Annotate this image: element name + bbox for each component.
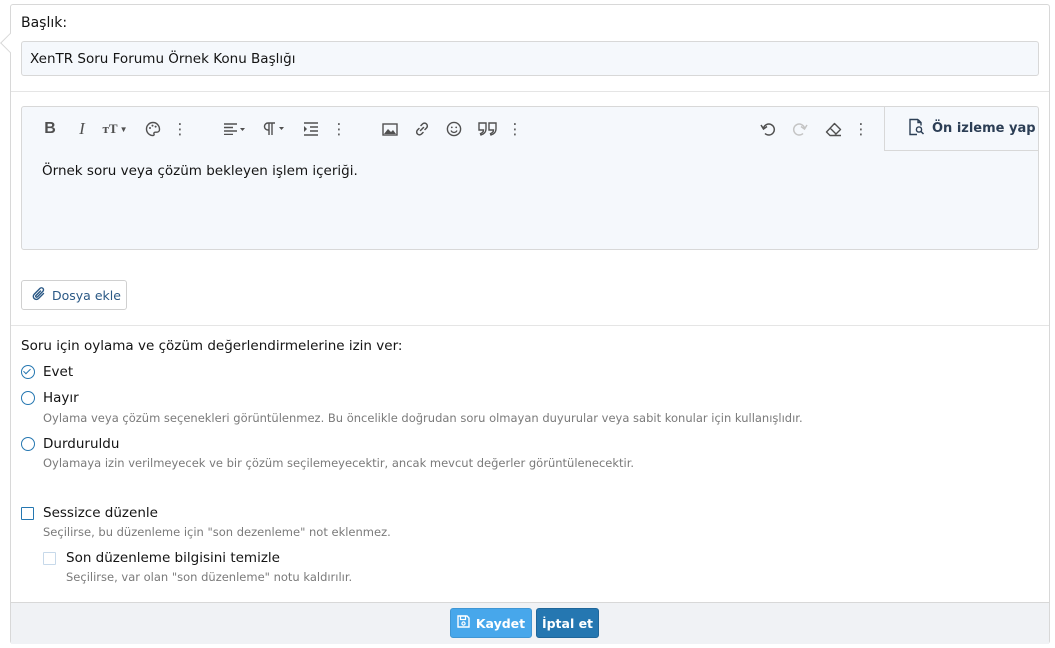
voting-heading: Soru için oylama ve çözüm değerlendirmel…	[21, 338, 403, 354]
eraser-icon[interactable]	[824, 119, 842, 139]
clear-edit-info-label[interactable]: Son düzenleme bilgisini temizle	[66, 550, 280, 566]
clear-edit-info-hint: Seçilirse, var olan "son düzenleme" notu…	[66, 570, 353, 584]
silent-edit-hint: Seçilirse, bu düzenleme için "son dezenl…	[43, 525, 391, 539]
radio-durduruldu-label[interactable]: Durduruldu	[43, 436, 119, 452]
radio-hayir-label[interactable]: Hayır	[43, 390, 79, 406]
clear-edit-info-checkbox[interactable]	[43, 552, 56, 565]
font-size-icon[interactable]: тТ ▼	[100, 119, 130, 139]
link-icon[interactable]	[413, 119, 431, 139]
save-icon	[457, 615, 470, 631]
italic-icon[interactable]: I	[74, 119, 90, 139]
paperclip-icon	[32, 286, 46, 305]
edit-form-panel	[10, 4, 1050, 644]
divider	[11, 325, 1049, 326]
radio-evet-label[interactable]: Evet	[43, 364, 73, 380]
cancel-button[interactable]: İptal et	[536, 608, 599, 638]
preview-label: Ön izleme yap	[932, 121, 1036, 136]
radio-durduruldu-hint: Oylamaya izin verilmeyecek ve bir çözüm …	[43, 456, 635, 470]
attach-file-button[interactable]: Dosya ekle	[21, 280, 127, 310]
bold-icon[interactable]: B	[42, 119, 58, 139]
smiley-icon[interactable]	[445, 119, 463, 139]
silent-edit-checkbox[interactable]	[21, 507, 34, 520]
radio-hayir[interactable]	[21, 391, 35, 405]
paragraph-icon[interactable]	[261, 119, 289, 139]
editor-content[interactable]: Örnek soru veya çözüm bekleyen işlem içe…	[42, 163, 358, 179]
preview-button[interactable]: Ön izleme yap	[884, 107, 1038, 151]
attach-file-label: Dosya ekle	[52, 287, 121, 303]
radio-evet[interactable]	[21, 365, 35, 379]
indent-icon[interactable]	[302, 119, 320, 139]
redo-icon[interactable]	[791, 119, 809, 139]
editor-toolbar: B I тТ ▼ ⋮ ⋮ ⋮ ⋮ Ön izleme yap	[22, 107, 1038, 151]
more-icon[interactable]: ⋮	[508, 119, 523, 139]
silent-edit-label[interactable]: Sessizce düzenle	[43, 505, 158, 521]
title-label: Başlık:	[21, 15, 68, 31]
quote-icon[interactable]	[477, 119, 497, 139]
divider	[11, 91, 1049, 92]
image-icon[interactable]	[381, 119, 399, 139]
save-label: Kaydet	[475, 615, 526, 631]
more-icon[interactable]: ⋮	[854, 119, 869, 139]
align-icon[interactable]	[219, 119, 249, 139]
preview-icon	[907, 118, 925, 140]
more-icon[interactable]: ⋮	[332, 119, 347, 139]
undo-icon[interactable]	[759, 119, 777, 139]
save-button[interactable]: Kaydet	[450, 608, 532, 638]
title-input[interactable]: XenTR Soru Forumu Örnek Konu Başlığı	[21, 41, 1039, 76]
rich-text-editor[interactable]: B I тТ ▼ ⋮ ⋮ ⋮ ⋮ Ön izleme yap Örnek sor…	[21, 106, 1039, 250]
palette-icon[interactable]	[144, 119, 162, 139]
radio-durduruldu[interactable]	[21, 437, 35, 451]
more-icon[interactable]: ⋮	[173, 119, 188, 139]
radio-hayir-hint: Oylama veya çözüm seçenekleri görüntülen…	[43, 411, 803, 425]
